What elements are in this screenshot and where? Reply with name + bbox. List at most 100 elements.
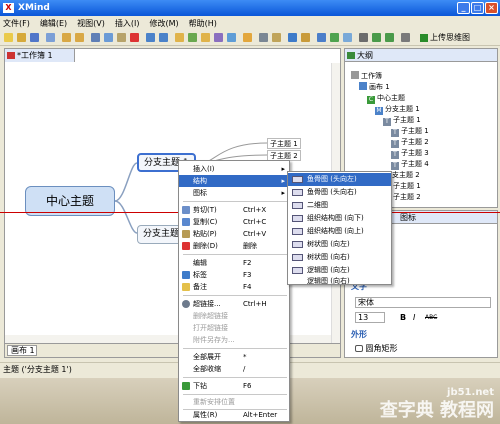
tree-row[interactable]: T 子主题 3 bbox=[391, 148, 429, 159]
menu-label-item[interactable]: 标签 F3 bbox=[179, 269, 289, 281]
insert-subtopic-icon[interactable] bbox=[159, 33, 168, 42]
redo-icon[interactable] bbox=[75, 33, 84, 42]
tree-row[interactable]: M 分支主题 1 bbox=[375, 104, 420, 115]
menu-hyperlink-item[interactable]: 超链接... Ctrl+H bbox=[179, 298, 289, 310]
menu-shortcut: / bbox=[243, 365, 246, 373]
new-icon[interactable] bbox=[4, 33, 13, 42]
tree-row[interactable]: T子主题 1 bbox=[383, 115, 421, 126]
hyperlink-icon[interactable] bbox=[259, 33, 268, 42]
menu-paste-item[interactable]: 粘贴(P) Ctrl+V bbox=[179, 228, 289, 240]
attachment-icon[interactable] bbox=[272, 33, 281, 42]
globe-icon[interactable] bbox=[317, 33, 326, 42]
menu-view[interactable]: 视图(V) bbox=[77, 18, 105, 29]
paste-icon[interactable] bbox=[117, 33, 126, 42]
maximize-button[interactable]: □ bbox=[471, 2, 484, 14]
font-family-select[interactable]: 宋体 bbox=[355, 297, 491, 308]
sheet-tab[interactable]: 画布 1 bbox=[7, 345, 37, 356]
tree-row[interactable]: T子主题 1 bbox=[391, 126, 429, 137]
menu-copy-item[interactable]: 复制(C) Ctrl+C bbox=[179, 216, 289, 228]
menu-drill-down-item[interactable]: 下钻 F6 bbox=[179, 380, 289, 392]
menu-modify[interactable]: 修改(M) bbox=[149, 18, 178, 29]
menu-separator bbox=[183, 201, 287, 202]
undo-icon[interactable] bbox=[62, 33, 71, 42]
label-icon bbox=[182, 271, 190, 279]
boundary-icon[interactable] bbox=[214, 33, 223, 42]
font-size-select[interactable]: 13 bbox=[355, 312, 385, 323]
insert-topic-icon[interactable] bbox=[146, 33, 155, 42]
menu-label: 插入(I) bbox=[193, 165, 215, 173]
bold-button[interactable]: B bbox=[400, 313, 406, 322]
menu-collapse-all-item[interactable]: 全部收缩 / bbox=[179, 363, 289, 375]
arrow-down-icon[interactable] bbox=[372, 33, 381, 42]
menu-structure-item[interactable]: 结构 ▸ bbox=[179, 175, 289, 187]
style-icon[interactable] bbox=[301, 33, 310, 42]
topic-node-icon: T bbox=[383, 118, 391, 126]
menu-marker-item[interactable]: 图标 ▸ bbox=[179, 187, 289, 199]
open-icon[interactable] bbox=[17, 33, 26, 42]
structure-tree-right[interactable]: 树状图 (向右) bbox=[288, 251, 391, 264]
fishbone-right-icon bbox=[292, 189, 303, 196]
structure-fishbone-left[interactable]: 鱼骨图 (头向左) bbox=[288, 173, 391, 186]
tree-row[interactable]: C 中心主题 bbox=[367, 93, 405, 104]
editor-tab[interactable]: *工作簿 1 bbox=[5, 49, 75, 62]
strikethrough-button[interactable]: ABC bbox=[425, 314, 437, 321]
structure-tree-left[interactable]: 树状图 (向左) bbox=[288, 238, 391, 251]
label-icon[interactable] bbox=[188, 33, 197, 42]
arrow-up-icon[interactable] bbox=[385, 33, 394, 42]
present-icon[interactable] bbox=[359, 33, 368, 42]
structure-fishbone-right[interactable]: 鱼骨图 (头向右) bbox=[288, 186, 391, 199]
shape-select[interactable]: 圆角矩形 bbox=[355, 343, 398, 354]
menu-edit-item[interactable]: 编辑 F2 bbox=[179, 257, 289, 269]
menu-expand-all-item[interactable]: 全部展开 * bbox=[179, 351, 289, 363]
zoom-icon[interactable] bbox=[343, 33, 352, 42]
structure-org-up[interactable]: 组织结构图 (向上) bbox=[288, 225, 391, 238]
tree-row[interactable]: 工作簿 bbox=[351, 71, 382, 81]
tree-row[interactable]: 画布 1 bbox=[359, 82, 390, 92]
tree-right-icon bbox=[292, 254, 303, 261]
menu-cut-item[interactable]: 剪切(T) Ctrl+X bbox=[179, 204, 289, 216]
upload-mindmap-button[interactable]: 上传思维图 bbox=[420, 32, 470, 44]
tree-row[interactable]: T子主题 2 bbox=[391, 137, 429, 148]
menu-file[interactable]: 文件(F) bbox=[3, 18, 30, 29]
print-icon[interactable] bbox=[46, 33, 55, 42]
menu-notes-item[interactable]: 备注 F4 bbox=[179, 281, 289, 293]
menu-label: 删除(D) bbox=[193, 242, 218, 250]
tree-label: 子主题 2 bbox=[401, 138, 429, 146]
close-button[interactable]: × bbox=[485, 2, 498, 14]
menu-shortcut: F3 bbox=[243, 271, 252, 279]
structure-logic-right[interactable]: 逻辑图 (向右) bbox=[288, 277, 391, 285]
relationship-icon[interactable] bbox=[288, 33, 297, 42]
share-icon[interactable] bbox=[401, 33, 410, 42]
menu-save-attachment-item[interactable]: 附件另存为... bbox=[179, 334, 289, 346]
notes-icon[interactable] bbox=[201, 33, 210, 42]
structure-org-down[interactable]: 组织结构图 (向下) bbox=[288, 212, 391, 225]
menu-insert-item[interactable]: 插入(I) ▸ bbox=[179, 163, 289, 175]
menu-open-hyperlink-item[interactable]: 打开超链接 bbox=[179, 322, 289, 334]
italic-button[interactable]: I bbox=[413, 313, 415, 322]
export-icon[interactable] bbox=[330, 33, 339, 42]
structure-logic-left[interactable]: 逻辑图 (向左) bbox=[288, 264, 391, 277]
structure-matrix[interactable]: 二维图 bbox=[288, 199, 391, 212]
minimize-button[interactable]: _ bbox=[457, 2, 470, 14]
title-bar[interactable]: X XMind _ □ × bbox=[0, 0, 500, 16]
menu-delete-item[interactable]: 删除(D) 删除 bbox=[179, 240, 289, 252]
marker-icon[interactable] bbox=[175, 33, 184, 42]
save-icon[interactable] bbox=[30, 33, 39, 42]
org-chart-up-icon bbox=[292, 228, 303, 235]
menu-edit[interactable]: 编辑(E) bbox=[40, 18, 67, 29]
menu-remove-hyperlink-item[interactable]: 删除超链接 bbox=[179, 310, 289, 322]
menu-help[interactable]: 帮助(H) bbox=[189, 18, 217, 29]
tree-row[interactable]: T 子主题 4 bbox=[391, 159, 429, 170]
shape-section-label: 外形 bbox=[351, 330, 367, 339]
summary-icon[interactable] bbox=[227, 33, 236, 42]
menu-insert[interactable]: 插入(I) bbox=[115, 18, 140, 29]
toolbar: 上传思维图 bbox=[0, 30, 500, 46]
cut-icon[interactable] bbox=[91, 33, 100, 42]
menu-properties-item[interactable]: 属性(R) Alt+Enter bbox=[179, 409, 289, 421]
tree-label: 分支主题 1 bbox=[385, 105, 420, 113]
image-icon[interactable] bbox=[243, 33, 252, 42]
copy-icon[interactable] bbox=[104, 33, 113, 42]
menu-reset-position-item[interactable]: 重新安排位置 bbox=[179, 396, 289, 408]
subtopic-1[interactable]: 子主题 1 bbox=[267, 138, 301, 149]
delete-icon[interactable] bbox=[130, 33, 139, 42]
